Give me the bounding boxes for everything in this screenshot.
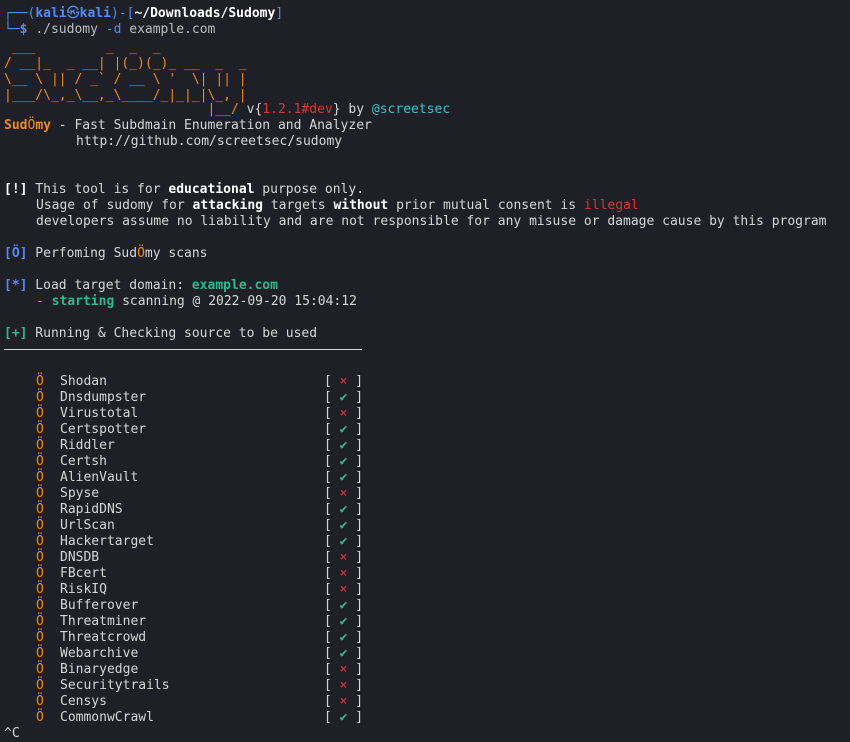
source-status: [ ✔ ] xyxy=(324,470,364,485)
bullet-icon: Ö xyxy=(36,598,44,613)
source-status: [ ✔ ] xyxy=(324,598,364,613)
source-name: CommonwCrawl xyxy=(60,710,154,725)
source-name: Certsh xyxy=(60,454,107,469)
target-domain: example.com xyxy=(191,278,278,293)
bullet-icon: Ö xyxy=(36,406,44,421)
source-status: [ ✔ ] xyxy=(324,438,364,453)
banner-art-line-1: ___ _ _ _ xyxy=(4,40,161,55)
source-name: Securitytrails xyxy=(60,678,170,693)
bullet-icon: Ö xyxy=(36,710,44,725)
bullet-icon: Ö xyxy=(36,422,44,437)
bullet-icon: Ö xyxy=(36,550,44,565)
bullet-icon: Ö xyxy=(36,566,44,581)
source-status: [ × ] xyxy=(324,566,364,581)
scan-line: [Ö] Perfoming SudÖmy scans xyxy=(4,246,208,261)
bullet-icon: Ö xyxy=(36,390,44,405)
source-name: Riddler xyxy=(60,438,115,453)
cursor-line: ^C xyxy=(4,726,20,741)
source-status: [ × ] xyxy=(324,678,364,693)
source-status: [ ✔ ] xyxy=(324,454,364,469)
bullet-icon: Ö xyxy=(36,678,44,693)
source-name: Bufferover xyxy=(60,598,139,613)
target-line: [*] Load target domain: example.com xyxy=(4,278,278,293)
bullet-icon: Ö xyxy=(36,614,44,629)
banner-art-line-3: \__ \ || / _` / __ \ ' \| || | xyxy=(4,72,247,87)
source-name: RapidDNS xyxy=(60,502,123,517)
author: @screetsec xyxy=(371,102,451,117)
source-name: UrlScan xyxy=(60,518,115,533)
source-name: Webarchive xyxy=(60,646,139,661)
source-status: [ ✔ ] xyxy=(324,518,364,533)
source-name: RiskIQ xyxy=(60,582,107,597)
bullet-icon: Ö xyxy=(36,518,44,533)
version: 1.2.1#dev xyxy=(262,102,333,117)
command-name: ./sudomy xyxy=(35,22,98,37)
source-status: [ ✔ ] xyxy=(324,502,364,517)
divider xyxy=(4,349,362,350)
source-name: Threatcrowd xyxy=(60,630,147,645)
source-status: [ ✔ ] xyxy=(324,422,364,437)
source-status: [ ✔ ] xyxy=(324,710,364,725)
source-status: [ × ] xyxy=(324,550,364,565)
bullet-icon: Ö xyxy=(36,694,44,709)
bullet-icon: Ö xyxy=(36,486,44,501)
notice-line-1: [!] This tool is for educational purpose… xyxy=(4,182,365,197)
bullet-icon: Ö xyxy=(36,502,44,517)
current-path: ~/Downloads/Sudomy xyxy=(134,6,276,21)
source-status: [ ✔ ] xyxy=(324,646,364,661)
source-name: Certspotter xyxy=(60,422,147,437)
notice-line-2: Usage of sudomy for attacking targets wi… xyxy=(36,198,639,213)
starting-line: - starting scanning @ 2022-09-20 15:04:1… xyxy=(36,294,357,309)
banner-url: http://github.com/screetsec/sudomy xyxy=(76,134,343,149)
bullet-icon: Ö xyxy=(36,662,44,677)
source-status: [ × ] xyxy=(324,486,364,501)
source-name: Spyse xyxy=(60,486,100,501)
bullet-icon: Ö xyxy=(36,374,44,389)
bullet-icon: Ö xyxy=(36,534,44,549)
notice-line-3: developers assume no liability and are n… xyxy=(36,214,827,229)
source-status: [ × ] xyxy=(324,582,364,597)
source-name: Virustotal xyxy=(60,406,139,421)
source-name: Censys xyxy=(60,694,107,709)
source-name: DNSDB xyxy=(60,550,100,565)
source-name: Hackertarget xyxy=(60,534,154,549)
source-status: [ ✔ ] xyxy=(324,534,364,549)
source-name: FBcert xyxy=(60,566,107,581)
warning-tag: [!] xyxy=(4,182,28,197)
source-status: [ × ] xyxy=(324,406,364,421)
bullet-icon: Ö xyxy=(36,630,44,645)
source-status: [ ✔ ] xyxy=(324,390,364,405)
bullet-icon: Ö xyxy=(36,582,44,597)
source-status: [ ✔ ] xyxy=(324,614,364,629)
bullet-icon: Ö xyxy=(36,454,44,469)
source-status: [ × ] xyxy=(324,662,364,677)
source-name: Dnsdumpster xyxy=(60,390,147,405)
banner-version-line: |__/ v{1.2.1#dev} by @screetsec xyxy=(4,102,451,117)
source-name: AlienVault xyxy=(60,470,139,485)
source-name: Threatminer xyxy=(60,614,147,629)
source-status: [ × ] xyxy=(324,374,364,389)
source-status: [ × ] xyxy=(324,694,364,709)
bullet-icon: Ö xyxy=(36,438,44,453)
source-name: Binaryedge xyxy=(60,662,139,677)
running-line: [+] Running & Checking source to be used xyxy=(4,326,318,341)
command-line[interactable]: └─$ ./sudomy -d example.com xyxy=(4,22,215,38)
bullet-icon: Ö xyxy=(36,470,44,485)
banner-tagline: SudÖmy - Fast Subdmain Enumeration and A… xyxy=(4,118,372,133)
prompt-line: ┌──(kali㉿kali)-[~/Downloads/Sudomy] xyxy=(4,6,284,21)
bullet-icon: Ö xyxy=(36,646,44,661)
banner-art-line-2: / __|_ _ __| |(_)(_)_ __ _ _ xyxy=(4,56,247,71)
source-status: [ ✔ ] xyxy=(324,630,364,645)
source-name: Shodan xyxy=(60,374,107,389)
